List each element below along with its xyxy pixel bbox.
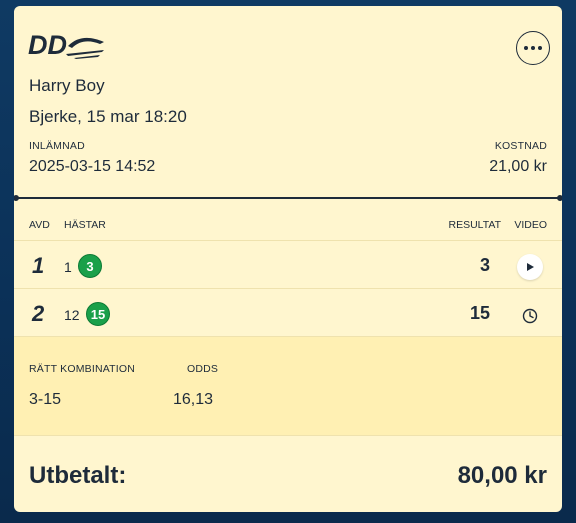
more-options-button[interactable] <box>516 31 550 65</box>
result-value: 15 <box>469 303 490 323</box>
ticket-header: DD Harry Boy Bjerke, 15 mar 18:20 INLÄMN… <box>14 6 562 198</box>
winner-badge: 15 <box>86 302 110 326</box>
table-header: AVD HÄSTAR RESULTAT VIDEO <box>14 199 562 241</box>
play-video-button[interactable] <box>517 254 543 280</box>
horse-name: Harry Boy <box>29 76 105 95</box>
table-row: 1 1 3 3 <box>14 241 562 289</box>
table-row: 2 12 15 15 <box>14 289 562 337</box>
combination-label: RÄTT KOMBINATION <box>29 363 136 375</box>
dd-logo: DD <box>28 30 104 60</box>
cost-value: 21,00 kr <box>489 158 547 175</box>
header-horses: HÄSTAR <box>64 219 106 231</box>
play-icon <box>527 263 534 271</box>
payout-value: 80,00 kr <box>457 462 547 489</box>
clock-icon <box>522 308 538 324</box>
payout-label: Utbetalt: <box>29 462 127 489</box>
avd-number: 1 <box>32 253 45 278</box>
header-result: RESULTAT <box>448 219 501 231</box>
ticket-card: DD Harry Boy Bjerke, 15 mar 18:20 INLÄMN… <box>14 6 562 512</box>
more-dot <box>523 46 528 50</box>
header-video: VIDEO <box>514 219 547 231</box>
odds-label: ODDS <box>187 363 219 375</box>
odds-value: 16,13 <box>173 391 214 408</box>
cost-label: KOSTNAD <box>494 140 547 152</box>
horse-number: 12 <box>64 307 80 323</box>
submitted-value: 2025-03-15 14:52 <box>29 158 156 175</box>
correct-combination-section: RÄTT KOMBINATION ODDS 3-15 16,13 <box>14 337 562 436</box>
race-info: Bjerke, 15 mar 18:20 <box>29 107 187 126</box>
horse-number: 1 <box>64 259 72 275</box>
more-dot <box>538 46 543 50</box>
payout-section: Utbetalt: 80,00 kr <box>14 436 562 512</box>
submitted-label: INLÄMNAD <box>29 140 85 152</box>
header-avd: AVD <box>29 219 50 231</box>
winner-badge: 3 <box>78 254 102 278</box>
combination-value: 3-15 <box>29 391 62 408</box>
logo-text: DD <box>28 30 67 60</box>
result-value: 3 <box>479 255 490 275</box>
more-dot <box>531 46 535 50</box>
avd-number: 2 <box>32 301 45 326</box>
